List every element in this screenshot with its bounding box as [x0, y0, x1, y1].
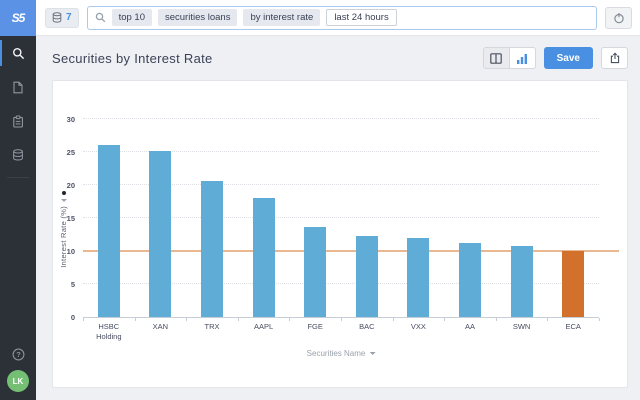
x-axis-tick	[393, 318, 394, 321]
search-draft-token[interactable]: last 24 hours	[326, 9, 396, 26]
x-tick-label: TRX	[192, 322, 232, 332]
database-icon	[52, 12, 62, 23]
y-tick-label: 15	[67, 214, 75, 223]
sidebar-item-search[interactable]	[0, 36, 36, 70]
file-icon	[12, 81, 24, 94]
power-clock-icon	[613, 12, 625, 24]
x-axis-caret-icon	[369, 352, 375, 355]
x-tick-label: VXX	[398, 322, 438, 332]
query-history-button[interactable]	[605, 7, 632, 29]
x-axis-label-text: Securities Name	[307, 349, 366, 358]
table-view-button[interactable]	[483, 47, 510, 69]
x-tick-label: BAC	[347, 322, 387, 332]
result-count-chip[interactable]: 7	[45, 8, 79, 28]
search-nav-icon	[12, 47, 25, 60]
x-axis-tick	[599, 318, 600, 321]
x-tick-label: SWN	[502, 322, 542, 332]
x-tick-label: HSBC Holding	[89, 322, 129, 342]
bar-vxx[interactable]	[407, 238, 429, 317]
svg-text:?: ?	[16, 350, 21, 359]
avatar-initials: LK	[13, 377, 24, 386]
x-tick-label: ECA	[553, 322, 593, 332]
bar-bac[interactable]	[356, 236, 378, 317]
x-tick-label: FGE	[295, 322, 335, 332]
y-tick-label: 0	[71, 313, 75, 322]
x-tick-label: AAPL	[244, 322, 284, 332]
x-axis-tick	[341, 318, 342, 321]
bar-trx[interactable]	[201, 181, 223, 317]
table-columns-icon	[490, 53, 502, 64]
bar-aapl[interactable]	[253, 198, 275, 317]
x-axis-tick	[186, 318, 187, 321]
main-content: Securities by Interest Rate Save	[36, 36, 640, 400]
bar-chart-icon	[516, 53, 528, 64]
bar-aa[interactable]	[459, 243, 481, 317]
gridline	[83, 118, 599, 119]
search-icon	[95, 12, 106, 23]
database-nav-icon	[12, 149, 24, 161]
x-axis-tick	[444, 318, 445, 321]
search-token[interactable]: top 10	[112, 9, 152, 26]
user-avatar[interactable]: LK	[7, 370, 29, 392]
plot-area: HSBC HoldingXANTRXAAPLFGEBACVXXAASWNECAS…	[83, 119, 599, 318]
y-tick-label: 20	[67, 181, 75, 190]
y-tick-label: 10	[67, 247, 75, 256]
sidebar-item-reports[interactable]	[0, 104, 36, 138]
page-title: Securities by Interest Rate	[52, 51, 213, 66]
clipboard-icon	[12, 115, 24, 128]
bar-xan[interactable]	[149, 151, 171, 317]
search-token[interactable]: securities loans	[158, 9, 237, 26]
y-tick-label: 25	[67, 148, 75, 157]
chart-view-button[interactable]	[509, 47, 536, 69]
search-token[interactable]: by interest rate	[243, 9, 320, 26]
result-count: 7	[66, 12, 72, 23]
brand-logo[interactable]: S5	[0, 0, 36, 36]
x-axis-tick	[83, 318, 84, 321]
x-axis-tick	[238, 318, 239, 321]
x-axis-tick	[547, 318, 548, 321]
x-axis-tick	[496, 318, 497, 321]
app-window: S5 7 top 10 securities loans by interest…	[0, 0, 640, 400]
sidebar-divider	[7, 177, 29, 178]
sidebar-item-datasets[interactable]	[0, 138, 36, 172]
x-axis-tick	[289, 318, 290, 321]
bar-eca[interactable]	[562, 251, 584, 317]
x-axis-label[interactable]: Securities Name	[307, 349, 376, 358]
share-button[interactable]	[601, 47, 628, 69]
main-header: Securities by Interest Rate Save	[36, 36, 640, 80]
brand-logo-text: S5	[12, 11, 25, 25]
help-icon[interactable]: ?	[12, 348, 25, 361]
bar-swn[interactable]	[511, 246, 533, 317]
search-input[interactable]: top 10 securities loans by interest rate…	[87, 6, 597, 30]
x-tick-label: XAN	[140, 322, 180, 332]
sidebar: ? LK	[0, 36, 36, 400]
topbar: S5 7 top 10 securities loans by interest…	[0, 0, 640, 36]
sidebar-item-documents[interactable]	[0, 70, 36, 104]
save-button[interactable]: Save	[544, 47, 593, 69]
y-tick-label: 5	[71, 280, 75, 289]
sidebar-bottom: ? LK	[0, 348, 36, 392]
share-export-icon	[609, 52, 621, 64]
y-tick-label: 30	[67, 115, 75, 124]
chart-card: Interest Rate (%) 051015202530 HSBC Hold…	[52, 80, 628, 388]
bar-hsbc-holding[interactable]	[98, 145, 120, 317]
bar-fge[interactable]	[304, 227, 326, 317]
x-tick-label: AA	[450, 322, 490, 332]
x-axis-tick	[135, 318, 136, 321]
y-axis-ticks: 051015202530	[53, 119, 79, 318]
